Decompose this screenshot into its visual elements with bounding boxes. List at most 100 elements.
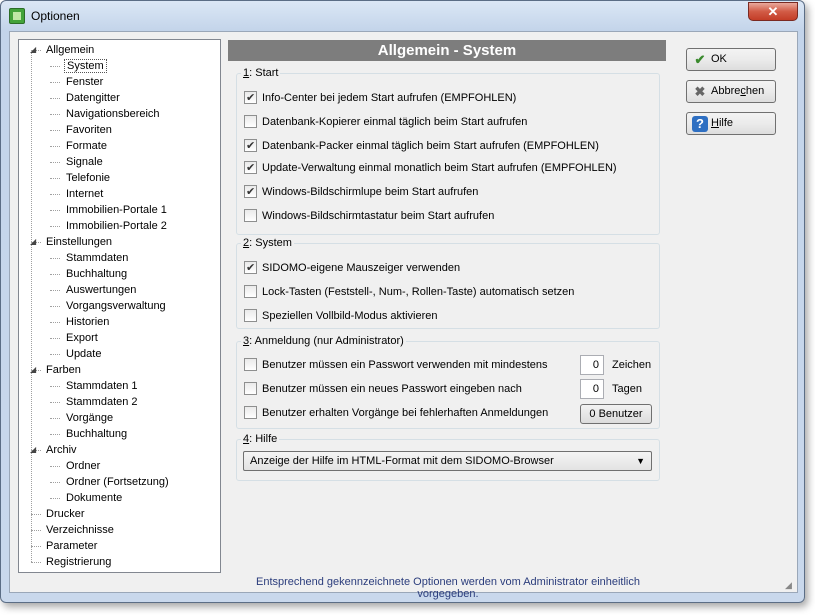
tree-item-label: Archiv xyxy=(46,444,77,456)
start-option[interactable]: Datenbank-Kopierer einmal täglich beim S… xyxy=(244,114,527,130)
tree-item[interactable]: Auswertungen xyxy=(64,282,138,298)
password-min-unit: Zeichen xyxy=(612,359,652,371)
tree-item-label: Immobilien-Portale 2 xyxy=(66,220,167,232)
password-change-option[interactable]: Benutzer müssen ein neues Passwort einge… xyxy=(244,381,522,397)
tree-item[interactable]: Buchhaltung xyxy=(64,426,129,442)
tree-item[interactable]: Ordner (Fortsetzung) xyxy=(64,474,171,490)
option-label: Update-Verwaltung einmal monatlich beim … xyxy=(262,162,617,174)
tree-group-item[interactable]: Drucker xyxy=(44,506,87,522)
title-bar[interactable]: Optionen ✕ xyxy=(1,1,804,31)
option-label: Speziellen Vollbild-Modus aktivieren xyxy=(262,310,438,322)
failed-logins-checkbox[interactable] xyxy=(244,406,257,419)
system-option[interactable]: Speziellen Vollbild-Modus aktivieren xyxy=(244,308,437,324)
client-area: ◢ Allgemein System Fenster Datengitter Naviga… xyxy=(9,31,798,600)
start-option[interactable]: Update-Verwaltung einmal monatlich beim … xyxy=(244,160,617,176)
users-button[interactable]: 0 Benutzer xyxy=(580,404,652,424)
tree-group-item[interactable]: ◢ Farben xyxy=(30,362,83,378)
option-label: Info-Center bei jedem Start aufrufen (EM… xyxy=(262,92,517,104)
tree-group-item[interactable]: ◢ Archiv xyxy=(30,442,79,458)
tree-group-item[interactable]: Registrierung xyxy=(44,554,113,570)
tree-connector xyxy=(50,466,60,467)
checkbox[interactable] xyxy=(244,138,257,154)
tree-group-item[interactable]: ◢ Allgemein xyxy=(30,42,96,58)
checkbox[interactable] xyxy=(244,160,257,176)
password-change-input[interactable]: 0 xyxy=(580,379,604,399)
password-min-checkbox[interactable] xyxy=(244,358,257,371)
tree-item[interactable]: Signale xyxy=(64,154,105,170)
tree-item[interactable]: Buchhaltung xyxy=(64,266,129,282)
options-tree[interactable]: ◢ Allgemein System Fenster Datengitter Naviga… xyxy=(18,39,221,573)
tree-item-label: Historien xyxy=(66,316,110,328)
tree-item[interactable]: Update xyxy=(64,346,103,362)
tree-item[interactable]: Telefonie xyxy=(64,170,112,186)
tree-connector xyxy=(50,354,60,355)
tree-group-item[interactable]: ◢ Einstellungen xyxy=(30,234,114,250)
ok-button[interactable]: ✔ OK xyxy=(686,48,776,71)
resize-grip-icon[interactable]: ◢ xyxy=(785,580,795,590)
tree-item[interactable]: System xyxy=(64,58,107,74)
tree-item[interactable]: Internet xyxy=(64,186,105,202)
tree-connector xyxy=(50,66,60,67)
tree-item[interactable]: Datengitter xyxy=(64,90,122,106)
system-option[interactable]: SIDOMO-eigene Mauszeiger verwenden xyxy=(244,260,460,276)
close-icon: ✕ xyxy=(767,4,779,19)
tree-item[interactable]: Fenster xyxy=(64,74,105,90)
failed-logins-option[interactable]: Benutzer erhalten Vorgänge bei fehlerhaf… xyxy=(244,405,548,421)
start-option[interactable]: Windows-Bildschirmtastatur beim Start au… xyxy=(244,208,494,224)
tree-item-label: Export xyxy=(66,332,98,344)
tree-item[interactable]: Immobilien-Portale 2 xyxy=(64,218,169,234)
help-legend: 4: Hilfe xyxy=(243,433,278,445)
tree-item[interactable]: Stammdaten 1 xyxy=(64,378,140,394)
tree-item[interactable]: Ordner xyxy=(64,458,102,474)
checkbox[interactable] xyxy=(244,260,257,276)
start-option[interactable]: Info-Center bei jedem Start aufrufen (EM… xyxy=(244,90,516,106)
tree-item[interactable]: Export xyxy=(64,330,100,346)
tree-item[interactable]: Vorgänge xyxy=(64,410,115,426)
close-button[interactable]: ✕ xyxy=(748,2,798,21)
tree-connector xyxy=(50,434,60,435)
tree-item[interactable]: Historien xyxy=(64,314,111,330)
password-min-option[interactable]: Benutzer müssen ein Passwort verwenden m… xyxy=(244,357,548,373)
tree-connector xyxy=(50,402,60,403)
tree-item-label: Formate xyxy=(66,140,107,152)
tree-connector xyxy=(50,322,60,323)
password-min-input[interactable]: 0 xyxy=(580,355,604,375)
checkbox[interactable] xyxy=(244,309,257,322)
system-option[interactable]: Lock-Tasten (Feststell-, Num-, Rollen-Ta… xyxy=(244,284,574,300)
tree-item[interactable]: Formate xyxy=(64,138,109,154)
tree-item-label: Internet xyxy=(66,188,104,200)
tree-item[interactable]: Dokumente xyxy=(64,490,124,506)
checkbox[interactable] xyxy=(244,115,257,128)
tree-connector xyxy=(50,482,60,483)
tree-connector xyxy=(50,98,60,99)
tree-connector xyxy=(31,546,41,547)
tree-item[interactable]: Vorgangsverwaltung xyxy=(64,298,168,314)
option-label: Windows-Bildschirmtastatur beim Start au… xyxy=(262,210,495,222)
tree-item[interactable]: Stammdaten xyxy=(64,250,130,266)
tree-connector xyxy=(31,50,32,562)
tree-item-label: Parameter xyxy=(46,540,98,552)
tree-item[interactable]: Navigationsbereich xyxy=(64,106,162,122)
tree-group-item[interactable]: Verzeichnisse xyxy=(44,522,116,538)
option-label: SIDOMO-eigene Mauszeiger verwenden xyxy=(262,262,461,274)
tree-group-item[interactable]: Parameter xyxy=(44,538,99,554)
tree-item-label: Ordner xyxy=(66,460,101,472)
checkbox[interactable] xyxy=(244,209,257,222)
start-option[interactable]: Datenbank-Packer einmal täglich beim Sta… xyxy=(244,138,599,154)
tree-connector xyxy=(50,418,60,419)
tree-item[interactable]: Immobilien-Portale 1 xyxy=(64,202,169,218)
tree-item[interactable]: Favoriten xyxy=(64,122,114,138)
checkbox[interactable] xyxy=(244,184,257,200)
tree-item-label: Farben xyxy=(46,364,81,376)
checkbox[interactable] xyxy=(244,90,257,106)
tree-item-label: Signale xyxy=(66,156,103,168)
password-change-checkbox[interactable] xyxy=(244,382,257,395)
cancel-button[interactable]: ✖ Abbrechen xyxy=(686,80,776,103)
tree-item[interactable]: Stammdaten 2 xyxy=(64,394,140,410)
checkbox[interactable] xyxy=(244,285,257,298)
tree-item-label: Buchhaltung xyxy=(66,268,128,280)
help-format-select[interactable]: Anzeige der Hilfe im HTML-Format mit dem… xyxy=(243,451,652,471)
start-option[interactable]: Windows-Bildschirmlupe beim Start aufruf… xyxy=(244,184,478,200)
help-button[interactable]: ? Hilfe xyxy=(686,112,776,135)
tree-item-label: Stammdaten 1 xyxy=(66,380,138,392)
